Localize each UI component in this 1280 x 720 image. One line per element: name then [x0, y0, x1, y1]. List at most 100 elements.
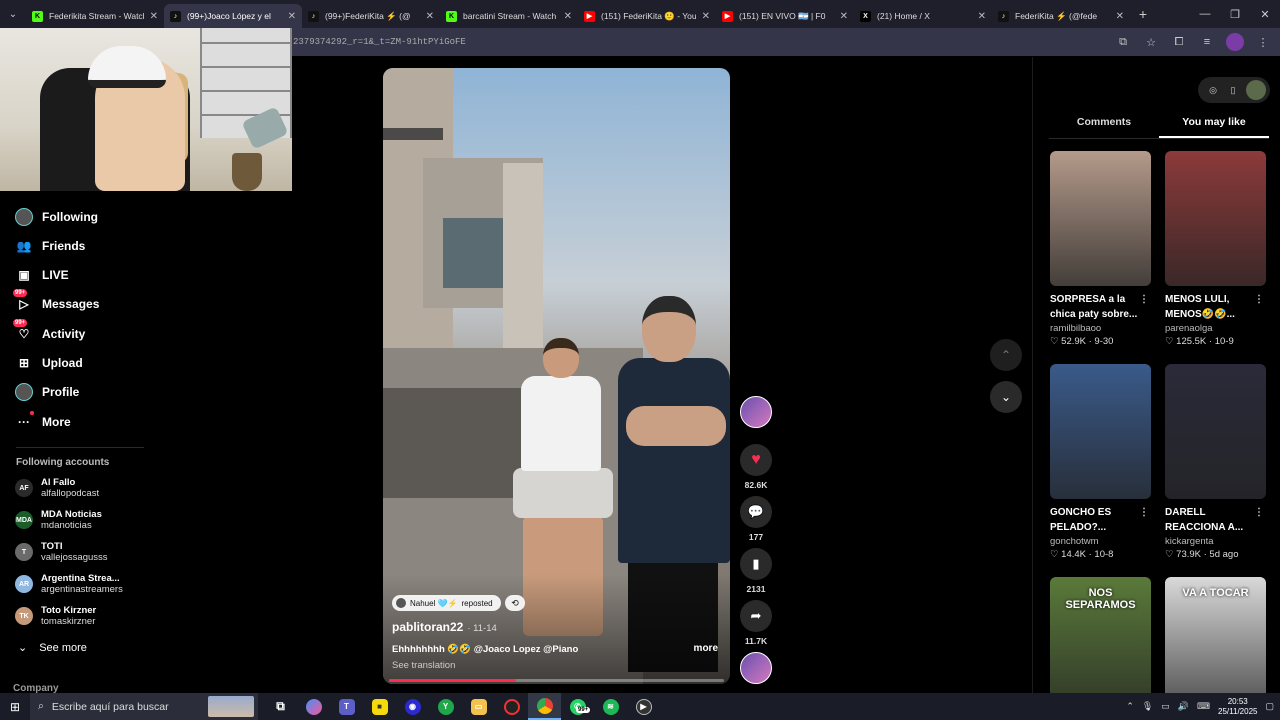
browser-tab[interactable]: K barcatini Stream - Watch ✕ — [440, 4, 578, 28]
share-icon[interactable]: ➦ — [740, 600, 772, 632]
following-account[interactable]: TK Toto Kirzner tomaskirzner — [15, 605, 96, 627]
video-player[interactable]: Nahuel 🩵⚡ reposted ⟲ pablitoran22 · 11-14… — [383, 68, 730, 684]
browser-tab[interactable]: ▶ (151) EN VIVO 🇦🇷 | F0 ✕ — [716, 4, 854, 28]
sidebar-item-more[interactable]: ··· More — [15, 411, 71, 432]
repost-icon[interactable]: ⟲ — [505, 595, 525, 611]
url-field[interactable]: 2379374292_r=1&_t=ZM-91htPYiGoFE — [293, 37, 466, 47]
recording-app-icon[interactable] — [495, 693, 528, 720]
recommended-video-card[interactable]: NOS SEPARAMOS — [1050, 577, 1151, 712]
close-tab-icon[interactable]: ✕ — [702, 11, 710, 22]
close-tab-icon[interactable]: ✕ — [288, 11, 296, 22]
close-tab-icon[interactable]: ✕ — [150, 11, 158, 22]
install-app-icon[interactable]: ⧉ — [1114, 33, 1132, 51]
teams-icon[interactable]: T — [330, 693, 363, 720]
video-thumbnail[interactable] — [1165, 364, 1266, 499]
sidebar-item-profile[interactable]: Profile — [15, 382, 79, 402]
video-progress-bar[interactable] — [389, 679, 724, 682]
notifications-icon[interactable]: ▢ — [1265, 701, 1274, 712]
browser-menu-icon[interactable]: ⋮ — [1254, 33, 1272, 51]
following-account[interactable]: T TOTI vallejossagusss — [15, 541, 108, 563]
maximize-icon[interactable]: ❐ — [1220, 0, 1250, 28]
task-view-icon[interactable]: ⧉ — [264, 693, 297, 720]
video-author[interactable]: pablitoran22 · 11-14 — [392, 620, 497, 634]
see-more-button[interactable]: ⌄ See more — [18, 641, 87, 655]
new-tab-button[interactable]: + — [1130, 6, 1156, 22]
whatsapp-icon[interactable]: ✆99+ — [561, 693, 594, 720]
keyboard-icon[interactable]: ⌨ — [1197, 701, 1210, 712]
close-tab-icon[interactable]: ✕ — [1116, 11, 1124, 22]
card-user[interactable]: gonchotwm — [1050, 535, 1151, 548]
sticky-notes-icon[interactable]: ■ — [363, 693, 396, 720]
following-account[interactable]: MDA MDA Noticias mdanoticias — [15, 509, 102, 531]
close-tab-icon[interactable]: ✕ — [840, 11, 848, 22]
close-tab-icon[interactable]: ✕ — [978, 11, 986, 22]
close-tab-icon[interactable]: ✕ — [564, 11, 572, 22]
next-video-button[interactable]: ⌄ — [990, 381, 1022, 413]
following-account[interactable]: AR Argentina Strea... argentinastreamers — [15, 573, 123, 595]
copilot-icon[interactable] — [297, 693, 330, 720]
close-window-icon[interactable]: ✕ — [1250, 0, 1280, 28]
tray-chevron-icon[interactable]: ⌃ — [1126, 701, 1134, 712]
network-icon[interactable]: ▭ — [1161, 701, 1170, 712]
recommended-video-card[interactable]: VA A TOCAR — [1165, 577, 1266, 712]
sidebar-item-activity[interactable]: ♡ 99+ Activity — [13, 319, 85, 344]
recommended-video-card[interactable]: GONCHO ES PELADO?... ⋮ gonchotwm ♡ 14.4K … — [1050, 364, 1151, 561]
card-user[interactable]: parenaolga — [1165, 322, 1266, 335]
clock[interactable]: 20:53 25/11/2025 — [1218, 697, 1257, 717]
video-thumbnail[interactable] — [1050, 364, 1151, 499]
extensions-icon[interactable]: ⧠ — [1170, 33, 1188, 51]
windows-start-icon[interactable]: ⊞ — [0, 700, 30, 714]
taskbar-search[interactable]: ⌕ Escribe aquí para buscar — [30, 693, 258, 720]
card-menu-icon[interactable]: ⋮ — [1139, 292, 1149, 307]
profile-avatar-icon[interactable] — [1226, 33, 1244, 51]
green-app-icon[interactable]: Y — [429, 693, 462, 720]
caption-more-link[interactable]: more — [694, 643, 718, 654]
bookmark-icon[interactable]: ▮ — [740, 548, 772, 580]
video-thumbnail[interactable]: VA A TOCAR — [1165, 577, 1266, 712]
minimize-icon[interactable]: — — [1190, 0, 1220, 28]
browser-tab[interactable]: K Federikita Stream - Watch ✕ — [26, 4, 164, 28]
browser-tab[interactable]: ♪ FederiKita ⚡ (@fede ✕ — [992, 4, 1130, 28]
chrome-icon[interactable] — [528, 693, 561, 720]
sidebar-item-messages[interactable]: ▷ 99+ Messages — [13, 289, 99, 314]
file-explorer-icon[interactable]: ▭ — [462, 693, 495, 720]
browser-tab[interactable]: X (21) Home / X ✕ — [854, 4, 992, 28]
recommended-video-card[interactable]: DARELL REACCIONA A... ⋮ kickargenta ♡ 73.… — [1165, 364, 1266, 561]
sidebar-item-live[interactable]: ▣ LIVE — [15, 265, 68, 285]
recommended-video-card[interactable]: MENOS LULI, MENOS🤣🤣... ⋮ parenaolga ♡ 125… — [1165, 151, 1266, 348]
compass-icon[interactable]: ◎ — [1206, 83, 1220, 97]
recommended-video-card[interactable]: SORPRESA a la chica paty sobre... ⋮ ramil… — [1050, 151, 1151, 348]
card-user[interactable]: kickargenta — [1165, 535, 1266, 548]
sidebar-item-upload[interactable]: ⊞ Upload — [15, 353, 83, 373]
following-account[interactable]: AF Al Fallo alfallopodcast — [15, 477, 99, 499]
browser-tab[interactable]: ▶ (151) FederiKita 🙂 - You ✕ — [578, 4, 716, 28]
microphone-icon[interactable]: 🎙 — [1142, 701, 1153, 712]
media-control-icon[interactable]: ≡ — [1198, 33, 1216, 51]
like-icon[interactable]: ♥ — [740, 444, 772, 476]
sidebar-item-following[interactable]: Following — [15, 207, 98, 227]
video-thumbnail[interactable] — [1050, 151, 1151, 286]
sound-disc-icon[interactable] — [740, 652, 772, 684]
card-menu-icon[interactable]: ⋮ — [1139, 505, 1149, 520]
app-circle-icon[interactable]: ◉ — [396, 693, 429, 720]
tab-you-may-like[interactable]: You may like — [1159, 113, 1269, 138]
see-translation-link[interactable]: See translation — [392, 660, 455, 671]
video-thumbnail[interactable]: NOS SEPARAMOS — [1050, 577, 1151, 712]
tab-comments[interactable]: Comments — [1049, 113, 1159, 138]
bookmark-star-icon[interactable]: ☆ — [1142, 33, 1160, 51]
sidebar-item-friends[interactable]: 👥 Friends — [15, 236, 86, 256]
tab-search-icon[interactable]: ⌄ — [0, 0, 26, 28]
close-tab-icon[interactable]: ✕ — [426, 11, 434, 22]
volume-icon[interactable]: 🔊 — [1178, 701, 1189, 712]
card-menu-icon[interactable]: ⋮ — [1254, 292, 1264, 307]
card-menu-icon[interactable]: ⋮ — [1254, 505, 1264, 520]
repost-pill[interactable]: Nahuel 🩵⚡ reposted — [392, 595, 501, 611]
previous-video-button[interactable]: ⌃ — [990, 339, 1022, 371]
user-avatar[interactable] — [1246, 80, 1266, 100]
browser-tab[interactable]: ♪ (99+)FederiKita ⚡ (@ ✕ — [302, 4, 440, 28]
card-user[interactable]: ramilbilbaoo — [1050, 322, 1151, 335]
browser-tab[interactable]: ♪ (99+)Joaco López y el ✕ — [164, 4, 302, 28]
creator-avatar[interactable] — [740, 396, 772, 428]
comment-icon[interactable]: 💬 — [740, 496, 772, 528]
video-thumbnail[interactable] — [1165, 151, 1266, 286]
